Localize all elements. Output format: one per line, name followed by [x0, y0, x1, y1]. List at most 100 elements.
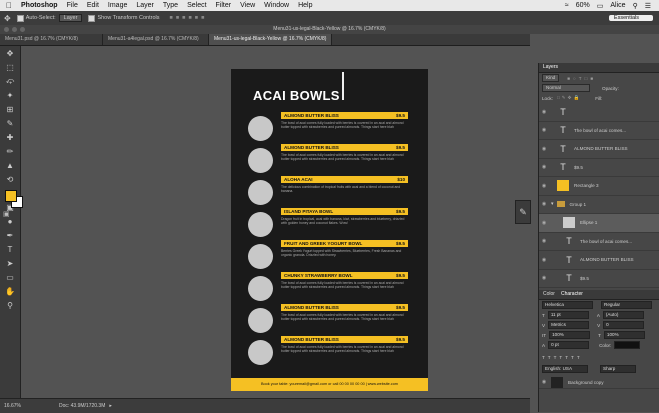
layer-row[interactable]: ◉ T ALMOND BUTTER BLISS [539, 251, 659, 270]
panel-dock-button[interactable]: ✎ [515, 200, 531, 224]
eyedropper-tool-icon[interactable]: ✎ [0, 116, 20, 130]
menu-view[interactable]: View [240, 2, 255, 9]
menu-filter[interactable]: Filter [216, 2, 232, 9]
layer-row[interactable]: ◉ T The bowl of acai comes... [539, 233, 659, 251]
menu-item[interactable]: ALMOND BUTTER BLISS $9.5 The bowl of acai… [248, 144, 408, 174]
stamp-tool-icon[interactable]: ▲ [0, 158, 20, 172]
layer-row[interactable]: ◉ T [539, 103, 659, 122]
vertical-scale-field[interactable]: 100% [549, 331, 591, 339]
wifi-icon[interactable]: ≈ [565, 2, 569, 9]
layer-group-row[interactable]: ◉ ▾ Group 1 [539, 196, 659, 214]
menu-item[interactable]: ISLAND PITAYA BOWL $9.5 Dragon fruit in t… [248, 208, 408, 238]
menu-item[interactable]: CHUNKY STRAWBERRY BOWL $9.5 The bowl of a… [248, 272, 408, 302]
type-style-icons[interactable]: TTTTTTT [542, 355, 583, 360]
quick-select-tool-icon[interactable]: ✦ [0, 88, 20, 102]
layer-row[interactable]: ◉ Rectangle 3 [539, 177, 659, 196]
language-dropdown[interactable]: English: USA [542, 365, 588, 373]
canvas-document[interactable]: ACAI BOWLS ALMOND BUTTER BLISS $9.5 The b… [231, 69, 428, 391]
marquee-tool-icon[interactable]: ⬚ [0, 60, 20, 74]
close-window-button[interactable] [4, 27, 9, 32]
layer-row[interactable]: ◉ Background copy [539, 376, 659, 389]
menu-file[interactable]: File [67, 2, 78, 9]
auto-select-checkbox[interactable] [16, 14, 24, 22]
menu-item[interactable]: ALMOND BUTTER BLISS $9.5 The bowl of acai… [248, 112, 408, 142]
leading-field[interactable]: (Auto) [602, 311, 644, 319]
healing-tool-icon[interactable]: ✚ [0, 130, 20, 144]
menu-item[interactable]: ALMOND BUTTER BLISS $9.5 The bowl of acai… [248, 304, 408, 334]
visibility-eye-icon[interactable]: ◉ [539, 164, 549, 170]
chevron-right-icon[interactable]: ▸ [109, 403, 112, 409]
battery-percent[interactable]: 60% [576, 2, 590, 9]
menu-item[interactable]: ALMOND BUTTER BLISS $9.5 The bowl of acai… [248, 336, 408, 366]
menu-type[interactable]: Type [163, 2, 178, 9]
menu-item[interactable]: FRUIT AND GREEK YOGURT BOWL $9.5 Berries … [248, 240, 408, 270]
menu-layer[interactable]: Layer [136, 2, 154, 9]
horizontal-scale-field[interactable]: 100% [603, 331, 645, 339]
workspace-dropdown[interactable]: Essentials [608, 15, 653, 21]
apple-icon[interactable]:  [6, 1, 12, 10]
chevron-down-icon[interactable]: ▾ [551, 201, 554, 207]
menu-item[interactable]: ALOHA ACAI $10 The delicious combination … [248, 176, 408, 206]
show-transform-checkbox[interactable] [88, 14, 96, 22]
lasso-tool-icon[interactable]: ⤽ [0, 74, 20, 88]
blend-mode-dropdown[interactable]: Normal [542, 84, 590, 92]
tab-layers[interactable]: Layers [543, 63, 558, 72]
kerning-field[interactable]: Metrics [548, 321, 590, 329]
tab-menu31-a4legal[interactable]: Menu31-a4legal.psd @ 16.7% (CMYK/8) [103, 34, 209, 45]
user-name[interactable]: Alice [610, 2, 625, 9]
visibility-eye-icon[interactable]: ◉ [539, 183, 549, 189]
move-tool-icon[interactable]: ✥ [0, 46, 20, 60]
visibility-eye-icon[interactable]: ◉ [539, 127, 549, 133]
crop-tool-icon[interactable]: ⊞ [0, 102, 20, 116]
align-icons[interactable]: ■■■■■■ [170, 15, 208, 21]
tab-color[interactable]: Color [543, 290, 555, 299]
text-color-swatch[interactable] [614, 341, 641, 349]
brush-tool-icon[interactable]: ✏ [0, 144, 20, 158]
layer-row[interactable]: ◉ T ALMOND BUTTER BLISS [539, 140, 659, 159]
history-brush-tool-icon[interactable]: ⟲ [0, 172, 20, 186]
move-tool-icon[interactable]: ✥ [4, 14, 11, 23]
search-icon[interactable]: ⚲ [633, 2, 638, 10]
layer-row[interactable]: ◉ T The bowl of acai comes... [539, 122, 659, 140]
visibility-eye-icon[interactable]: ◉ [539, 238, 549, 244]
tracking-field[interactable]: 0 [603, 321, 645, 329]
minimize-window-button[interactable] [12, 27, 17, 32]
hand-tool-icon[interactable]: ✋ [0, 284, 20, 298]
menu-select[interactable]: Select [187, 2, 206, 9]
type-tool-icon[interactable]: T [0, 242, 20, 256]
battery-icon[interactable]: ▭ [597, 2, 604, 10]
menu-edit[interactable]: Edit [87, 2, 99, 9]
zoom-level[interactable]: 16.67% [4, 403, 21, 409]
filter-icons[interactable]: ■○T□■ [567, 76, 596, 81]
visibility-eye-icon[interactable]: ◉ [539, 146, 549, 152]
path-select-tool-icon[interactable]: ➤ [0, 256, 20, 270]
pen-tool-icon[interactable]: ✒ [0, 228, 20, 242]
visibility-eye-icon[interactable]: ◉ [539, 379, 549, 385]
zoom-tool-icon[interactable]: ⚲ [0, 298, 20, 312]
layer-row-selected[interactable]: ◉ Ellipse 1 [539, 214, 659, 233]
doc-size[interactable]: Doc: 43.9M/1720.3M [59, 403, 105, 409]
tab-menu31-us-legal[interactable]: Menu31-us-legal-Black-Yellow @ 16.7% (CM… [209, 34, 332, 45]
visibility-eye-icon[interactable]: ◉ [539, 275, 549, 281]
visibility-eye-icon[interactable]: ◉ [539, 257, 549, 263]
tab-menu31[interactable]: Menu31.psd @ 16.7% (CMYK/8) [0, 34, 103, 45]
foreground-color-swatch[interactable] [5, 190, 17, 202]
zoom-window-button[interactable] [20, 27, 25, 32]
layer-row[interactable]: ◉ T $9.5 [539, 159, 659, 177]
visibility-eye-icon[interactable]: ◉ [539, 201, 549, 207]
lock-icons[interactable]: □✎✥🔒 [557, 95, 581, 101]
shape-tool-icon[interactable]: ▭ [0, 270, 20, 284]
menu-help[interactable]: Help [298, 2, 312, 9]
quick-mask-icon[interactable]: ▣ [3, 210, 10, 218]
layer-row[interactable]: ◉ T $9.5 [539, 270, 659, 288]
menu-list-icon[interactable]: ☰ [645, 2, 651, 10]
visibility-eye-icon[interactable]: ◉ [539, 109, 549, 115]
tab-character[interactable]: Character [561, 290, 583, 299]
visibility-eye-icon[interactable]: ◉ [539, 220, 549, 226]
menu-window[interactable]: Window [264, 2, 289, 9]
font-family-dropdown[interactable]: Helvetica [542, 301, 593, 309]
menu-image[interactable]: Image [108, 2, 127, 9]
auto-select-dropdown[interactable]: Layer [58, 14, 83, 22]
font-style-dropdown[interactable]: Regular [601, 301, 652, 309]
layer-filter-dropdown[interactable]: Kind [542, 74, 560, 82]
